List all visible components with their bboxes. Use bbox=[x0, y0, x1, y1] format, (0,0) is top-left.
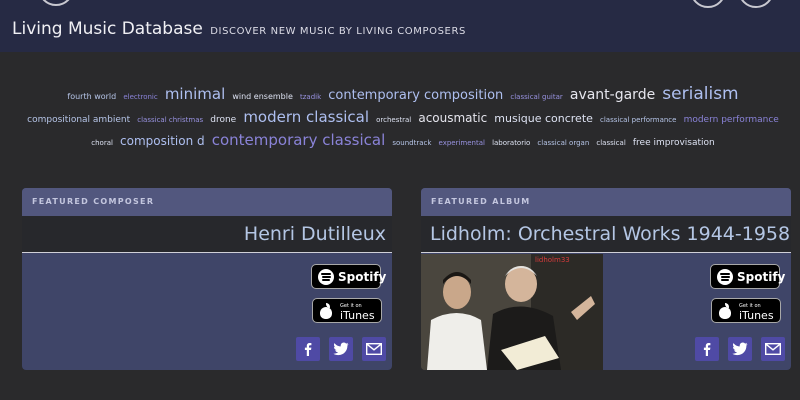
site-header: Living Music Database DISCOVER NEW MUSIC… bbox=[0, 0, 800, 52]
genre-tag-link[interactable]: classical performance bbox=[600, 116, 676, 124]
email-icon bbox=[366, 343, 382, 355]
genre-tag-link[interactable]: classical christmas bbox=[137, 116, 203, 124]
itunes-label: iTunes bbox=[340, 308, 375, 322]
site-tagline: DISCOVER NEW MUSIC BY LIVING COMPOSERS bbox=[210, 26, 466, 37]
album-title-band: Lidholm: Orchestral Works 1944-1958 bbox=[421, 216, 791, 253]
genre-tag-link[interactable]: classical guitar bbox=[510, 93, 562, 101]
featured-album-label: FEATURED ALBUM bbox=[421, 188, 791, 216]
composer-name[interactable]: Henri Dutilleux bbox=[244, 223, 386, 245]
album-spotify-button[interactable]: Spotify bbox=[710, 264, 785, 289]
itunes-button[interactable]: Get it on iTunes bbox=[312, 298, 382, 323]
genre-tag-link[interactable]: fourth world bbox=[67, 92, 116, 101]
genre-tag-link[interactable]: electronic bbox=[123, 93, 157, 101]
genre-tag-link[interactable]: classical bbox=[596, 139, 625, 147]
spotify-label: Spotify bbox=[737, 269, 786, 284]
genre-tag-link[interactable]: modern performance bbox=[684, 115, 779, 125]
genre-tag-link[interactable]: tzadik bbox=[300, 93, 321, 101]
genre-tag-link[interactable]: avant-garde bbox=[570, 87, 655, 103]
composer-name-band: Henri Dutilleux bbox=[22, 216, 392, 253]
genre-tag-link[interactable]: serialism bbox=[662, 84, 738, 104]
genre-tag-link[interactable]: experimental bbox=[439, 139, 485, 147]
twitter-icon bbox=[333, 342, 349, 356]
featured-album-card: FEATURED ALBUM Lidholm: Orchestral Works… bbox=[421, 188, 791, 370]
genre-tag-link[interactable]: musique concrete bbox=[494, 112, 593, 125]
genre-tag-link[interactable]: modern classical bbox=[243, 108, 369, 126]
album-twitter-share-button[interactable] bbox=[728, 337, 752, 361]
apple-icon bbox=[718, 302, 732, 319]
genre-tag-link[interactable]: minimal bbox=[165, 85, 225, 103]
genre-tag-link[interactable]: free improvisation bbox=[633, 138, 715, 148]
twitter-share-button[interactable] bbox=[329, 337, 353, 361]
site-title[interactable]: Living Music Database DISCOVER NEW MUSIC… bbox=[12, 19, 466, 39]
album-title[interactable]: Lidholm: Orchestral Works 1944-1958 bbox=[430, 223, 790, 245]
genre-tag-link[interactable]: laboratorio bbox=[492, 139, 530, 147]
genre-tag-link[interactable]: choral bbox=[91, 139, 113, 147]
facebook-share-button[interactable] bbox=[296, 337, 320, 361]
album-cover-photo[interactable]: lidholm33 bbox=[421, 254, 603, 370]
genre-tag-cloud: fourth world electronic minimal wind ens… bbox=[12, 84, 794, 153]
genre-tag-link[interactable]: orchestral bbox=[376, 116, 411, 124]
spotify-icon bbox=[717, 268, 733, 285]
facebook-icon bbox=[304, 343, 312, 356]
album-cover-tag: lidholm33 bbox=[535, 256, 570, 264]
spotify-icon bbox=[318, 268, 334, 285]
genre-tag-link[interactable]: acousmatic bbox=[418, 111, 487, 125]
site-name[interactable]: Living Music Database bbox=[12, 19, 203, 39]
header-circle-button-2[interactable] bbox=[738, 0, 774, 8]
email-share-button[interactable] bbox=[362, 337, 386, 361]
featured-composer-card: FEATURED COMPOSER Henri Dutilleux Spotif… bbox=[22, 188, 392, 370]
featured-composer-label: FEATURED COMPOSER bbox=[22, 188, 392, 216]
site-logo[interactable] bbox=[38, 0, 74, 6]
album-itunes-button[interactable]: Get it on iTunes bbox=[711, 298, 781, 323]
spotify-button[interactable]: Spotify bbox=[311, 264, 386, 289]
album-photo-image: lidholm33 bbox=[421, 254, 603, 370]
itunes-label: iTunes bbox=[739, 308, 774, 322]
genre-tag-link[interactable]: compositional ambient bbox=[27, 115, 130, 125]
email-icon bbox=[765, 343, 781, 355]
genre-tag-link[interactable]: composition d bbox=[120, 134, 205, 148]
album-facebook-share-button[interactable] bbox=[695, 337, 719, 361]
album-email-share-button[interactable] bbox=[761, 337, 785, 361]
genre-tag-link[interactable]: wind ensemble bbox=[232, 92, 293, 101]
facebook-icon bbox=[703, 343, 711, 356]
genre-tag-link[interactable]: drone bbox=[210, 115, 236, 125]
genre-tag-link[interactable]: classical organ bbox=[537, 139, 589, 147]
genre-tag-link[interactable]: contemporary composition bbox=[328, 88, 503, 103]
genre-tag-link[interactable]: contemporary classical bbox=[212, 131, 386, 149]
twitter-icon bbox=[732, 342, 748, 356]
apple-icon bbox=[319, 302, 333, 319]
header-circle-button-1[interactable] bbox=[690, 0, 726, 8]
spotify-label: Spotify bbox=[338, 269, 387, 284]
genre-tag-link[interactable]: soundtrack bbox=[392, 139, 431, 147]
